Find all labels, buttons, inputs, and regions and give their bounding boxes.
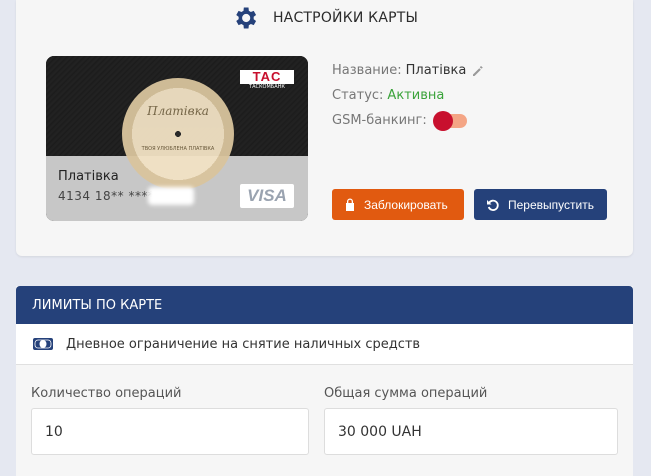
reissue-card-button[interactable]: Перевыпустить (474, 189, 607, 220)
gsm-banking-toggle[interactable] (432, 110, 467, 131)
gsm-banking-row: GSM-банкинг: (332, 108, 484, 133)
card-status-row: Статус: Активна (332, 83, 484, 108)
bank-card-image: Платівка ТВОЯ УЛЮБЛЕНА ПЛАТІВКА TAC ТАСК… (46, 56, 308, 221)
card-settings-panel: НАСТРОЙКИ КАРТЫ Платівка ТВОЯ УЛЮБЛЕНА П… (16, 0, 633, 256)
toggle-knob (432, 110, 453, 131)
block-card-button[interactable]: Заблокировать (332, 189, 464, 220)
operations-count-label: Количество операций (31, 386, 182, 401)
bank-logo-text: TAC (240, 70, 294, 84)
refresh-icon (487, 199, 499, 211)
block-card-button-label: Заблокировать (364, 197, 448, 212)
card-limits-panel: ЛИМИТЫ ПО КАРТЕ Дневное ограничение на с… (16, 286, 633, 476)
cash-icon (33, 338, 53, 350)
operations-sum-label: Общая сумма операций (324, 386, 488, 401)
card-settings-header: НАСТРОЙКИ КАРТЫ (16, 0, 633, 36)
vinyl-subtitle: ТВОЯ УЛЮБЛЕНА ПЛАТІВКА (141, 146, 215, 152)
reissue-card-button-label: Перевыпустить (508, 197, 594, 212)
card-name-value: Платівка (405, 63, 467, 78)
status-label: Статус: (332, 88, 384, 103)
card-number-mask (148, 187, 194, 205)
operations-sum-input[interactable] (324, 408, 618, 455)
card-name-label: Название: (332, 63, 402, 78)
card-number: 4134 18** **** (58, 189, 155, 203)
operations-count-input[interactable] (31, 408, 309, 455)
card-info: Название: Платівка Статус: Активна GSM-б… (332, 58, 484, 133)
gear-icon (236, 7, 257, 29)
pencil-icon[interactable] (472, 65, 484, 77)
visa-logo: VISA (240, 184, 294, 208)
cash-withdrawal-limit-row[interactable]: Дневное ограничение на снятие наличных с… (16, 324, 633, 365)
cash-withdrawal-limit-label: Дневное ограничение на снятие наличных с… (66, 336, 421, 352)
card-name-row: Название: Платівка (332, 58, 484, 83)
lock-icon (346, 198, 354, 211)
gsm-banking-label: GSM-банкинг: (332, 113, 427, 128)
vinyl-title: Платівка (147, 104, 209, 118)
vinyl-record-graphic: Платівка ТВОЯ УЛЮБЛЕНА ПЛАТІВКА (122, 78, 234, 190)
page-title: НАСТРОЙКИ КАРТЫ (272, 10, 419, 26)
bank-logo: TAC ТАСКОМБАНК (240, 70, 294, 92)
limits-header: ЛИМИТЫ ПО КАРТЕ (16, 286, 633, 324)
status-value: Активна (387, 88, 445, 103)
card-holder-name: Платівка (58, 169, 119, 184)
bank-logo-subtext: ТАСКОМБАНК (249, 84, 285, 90)
